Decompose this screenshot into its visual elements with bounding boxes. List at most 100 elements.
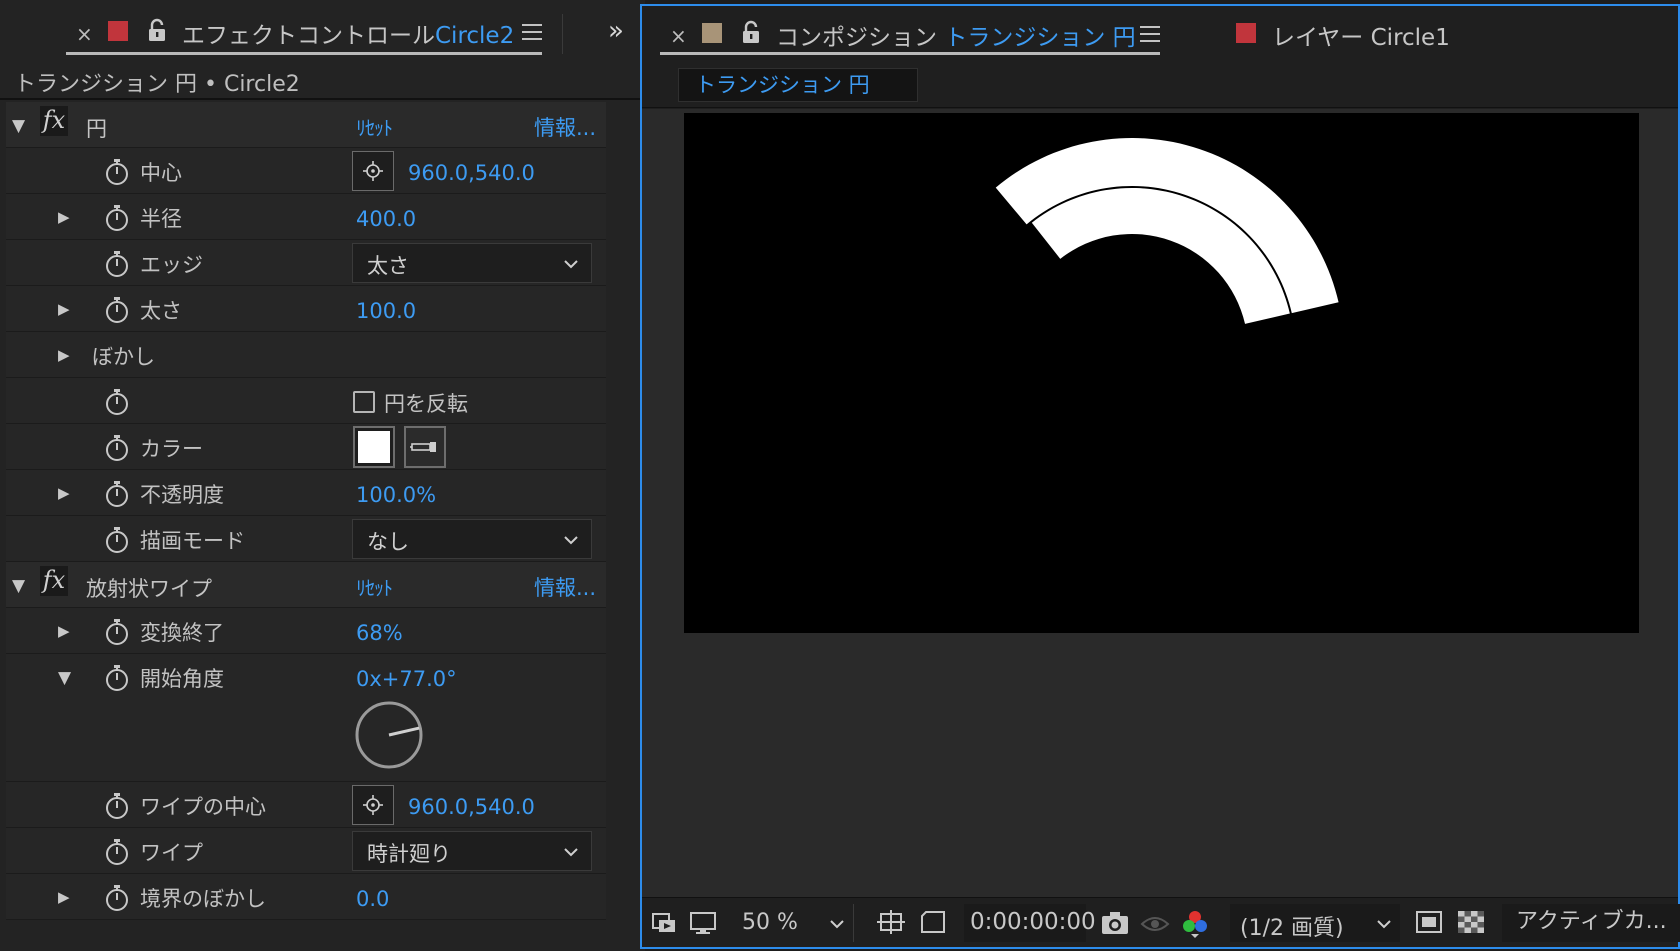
point-picker-button[interactable] <box>352 785 394 825</box>
property-name: カラー <box>140 437 203 461</box>
property-name: 中心 <box>140 161 182 185</box>
stopwatch-icon[interactable] <box>104 296 130 324</box>
edge-dropdown[interactable]: 太さ <box>352 243 592 283</box>
unlocked-icon[interactable] <box>740 20 762 44</box>
resolution-dropdown[interactable]: (1/2 画質) <box>1230 904 1400 942</box>
property-name: 太さ <box>140 299 182 323</box>
property-row-opacity: ▶ 不透明度 100.0% <box>6 470 606 516</box>
stopwatch-icon[interactable] <box>104 884 130 912</box>
composition-canvas[interactable] <box>684 113 1639 633</box>
layer-label-color-swatch[interactable] <box>1236 23 1256 43</box>
dropdown-value: 太さ <box>367 254 409 278</box>
composition-flow-tab[interactable]: トランジション 円 <box>678 68 918 102</box>
property-name: ワイプの中心 <box>140 795 266 819</box>
panel-menu-icon[interactable] <box>522 24 542 40</box>
expand-triangle-icon[interactable]: ▶ <box>58 622 70 640</box>
composition-tab-title[interactable]: コンポジション トランジション 円 <box>776 18 1136 52</box>
composition-tab-bar: × コンポジション トランジション 円 レイヤー Circle1 <box>642 6 1678 62</box>
chevron-down-icon <box>564 260 578 269</box>
color-swatch[interactable] <box>353 426 395 468</box>
preview-toggle-icon[interactable] <box>650 908 680 938</box>
stopwatch-icon[interactable] <box>104 526 130 554</box>
property-value[interactable]: 0x+77.0° <box>356 667 457 691</box>
property-name: 境界のぼかし <box>140 887 266 911</box>
blend-mode-dropdown[interactable]: なし <box>352 519 592 559</box>
label-color-swatch[interactable] <box>702 23 722 43</box>
stopwatch-icon[interactable] <box>104 618 130 646</box>
zoom-value: 50 % <box>742 910 798 935</box>
channels-icon[interactable] <box>1180 908 1210 938</box>
active-tab-underline <box>66 52 542 55</box>
active-camera-dropdown[interactable]: アクティブカ... <box>1502 904 1680 942</box>
reset-button[interactable]: ﾘｾｯﾄ <box>356 572 393 601</box>
stopwatch-icon[interactable] <box>104 664 130 692</box>
expand-triangle-icon[interactable]: ▶ <box>58 484 70 502</box>
collapse-triangle-icon[interactable]: ▼ <box>58 668 71 688</box>
property-row-radius: ▶ 半径 400.0 <box>6 194 606 240</box>
property-value[interactable]: 68% <box>356 621 403 645</box>
tab-title-prefix: エフェクトコントロール <box>182 23 435 49</box>
property-row-color: カラー <box>6 424 606 470</box>
effect-controls-tab-title[interactable]: エフェクトコントロールCircle2 <box>182 16 514 50</box>
expand-panels-icon[interactable]: » <box>608 16 624 46</box>
property-value[interactable]: 400.0 <box>356 207 416 231</box>
layer-tab-title[interactable]: レイヤー Circle1 <box>1272 18 1450 52</box>
property-name: 不透明度 <box>140 483 224 507</box>
expand-triangle-icon[interactable]: ▶ <box>58 346 70 364</box>
current-time-display[interactable]: 0:00:00:00 <box>964 904 1096 942</box>
close-tab-icon[interactable]: × <box>76 22 93 46</box>
breadcrumb-text: トランジション 円 • Circle2 <box>14 72 300 97</box>
property-value[interactable]: 100.0 <box>356 299 416 323</box>
property-value[interactable]: 960.0,540.0 <box>408 795 535 819</box>
effect-controls-breadcrumb: トランジション 円 • Circle2 <box>0 62 645 100</box>
collapse-triangle-icon[interactable]: ▼ <box>12 116 25 136</box>
mask-path-icon[interactable] <box>918 908 948 938</box>
composition-viewer[interactable] <box>642 109 1678 897</box>
reset-button[interactable]: ﾘｾｯﾄ <box>356 112 393 141</box>
effect-header-circle[interactable]: ▼ fx 円 ﾘｾｯﾄ 情報... <box>6 102 606 148</box>
property-value[interactable]: 960.0,540.0 <box>408 161 535 185</box>
zoom-dropdown[interactable]: 50 % <box>732 904 854 942</box>
tab-title-layer: Circle2 <box>435 23 515 49</box>
expand-triangle-icon[interactable]: ▶ <box>58 888 70 906</box>
stopwatch-icon[interactable] <box>104 250 130 278</box>
stopwatch-icon[interactable] <box>104 480 130 508</box>
stopwatch-icon[interactable] <box>104 434 130 462</box>
eyedropper-button[interactable] <box>404 426 446 468</box>
stopwatch-icon[interactable] <box>104 838 130 866</box>
expand-triangle-icon[interactable]: ▶ <box>58 208 70 226</box>
property-row-edge: エッジ 太さ <box>6 240 606 286</box>
property-value[interactable]: 100.0% <box>356 483 436 507</box>
wipe-direction-dropdown[interactable]: 時計廻り <box>352 831 592 871</box>
region-of-interest-icon[interactable] <box>1414 908 1444 938</box>
tab-title-prefix: コンポジション <box>776 25 937 51</box>
stopwatch-icon[interactable] <box>104 204 130 232</box>
show-snapshot-icon[interactable] <box>1140 908 1170 938</box>
property-row-transition-completion: ▶ 変換終了 68% <box>6 608 606 654</box>
composition-panel: × コンポジション トランジション 円 レイヤー Circle1 トランジション… <box>640 4 1680 949</box>
collapse-triangle-icon[interactable]: ▼ <box>12 576 25 596</box>
property-value[interactable]: 0.0 <box>356 887 389 911</box>
monitor-icon[interactable] <box>688 908 718 938</box>
unlocked-icon[interactable] <box>146 18 168 42</box>
effect-property-list: ▼ fx 円 ﾘｾｯﾄ 情報... 中心 960.0,540.0 ▶ 半径 40… <box>6 102 606 920</box>
close-tab-icon[interactable]: × <box>670 24 687 48</box>
stopwatch-icon[interactable] <box>104 388 130 416</box>
about-button[interactable]: 情報... <box>534 112 596 142</box>
safe-zones-icon[interactable] <box>876 908 906 938</box>
invert-circle-checkbox[interactable] <box>353 391 375 413</box>
expand-triangle-icon[interactable]: ▶ <box>58 300 70 318</box>
camera-snapshot-icon[interactable] <box>1100 908 1130 938</box>
fx-toggle-icon[interactable]: fx <box>40 566 68 596</box>
label-color-swatch[interactable] <box>108 21 128 41</box>
fx-toggle-icon[interactable]: fx <box>40 106 68 136</box>
stopwatch-icon[interactable] <box>104 158 130 186</box>
effect-controls-tab-bar: × エフェクトコントロールCircle2 » <box>0 0 645 62</box>
effect-header-radial-wipe[interactable]: ▼ fx 放射状ワイプ ﾘｾｯﾄ 情報... <box>6 562 606 608</box>
point-picker-button[interactable] <box>352 151 394 191</box>
about-button[interactable]: 情報... <box>534 572 596 602</box>
panel-menu-icon[interactable] <box>1140 26 1160 42</box>
angle-dial[interactable] <box>354 700 424 770</box>
transparency-grid-icon[interactable] <box>1456 908 1486 938</box>
stopwatch-icon[interactable] <box>104 792 130 820</box>
